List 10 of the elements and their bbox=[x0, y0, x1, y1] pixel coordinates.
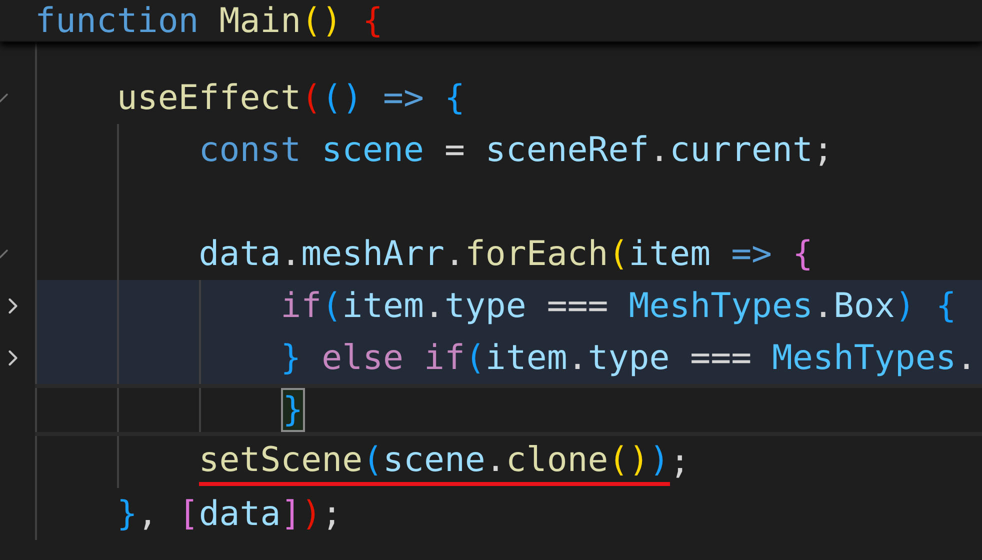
code-line: data.meshArr.forEach(item => { bbox=[198, 232, 813, 276]
code-line: }, [data]); bbox=[116, 492, 342, 536]
code-line: ; bbox=[670, 440, 690, 484]
matched-bracket: } bbox=[280, 388, 306, 432]
code-line: useEffect(() => { bbox=[116, 76, 465, 120]
code-line: function Main() { bbox=[35, 0, 384, 40]
code-line: if(item.type === MeshTypes.Box) { bbox=[280, 284, 956, 328]
code-line: const scene = sceneRef.current; bbox=[198, 128, 834, 172]
underlined-code: setScene(scene.clone()) bbox=[198, 438, 670, 486]
code-line: } else if(item.type === MeshTypes. bbox=[280, 336, 977, 380]
